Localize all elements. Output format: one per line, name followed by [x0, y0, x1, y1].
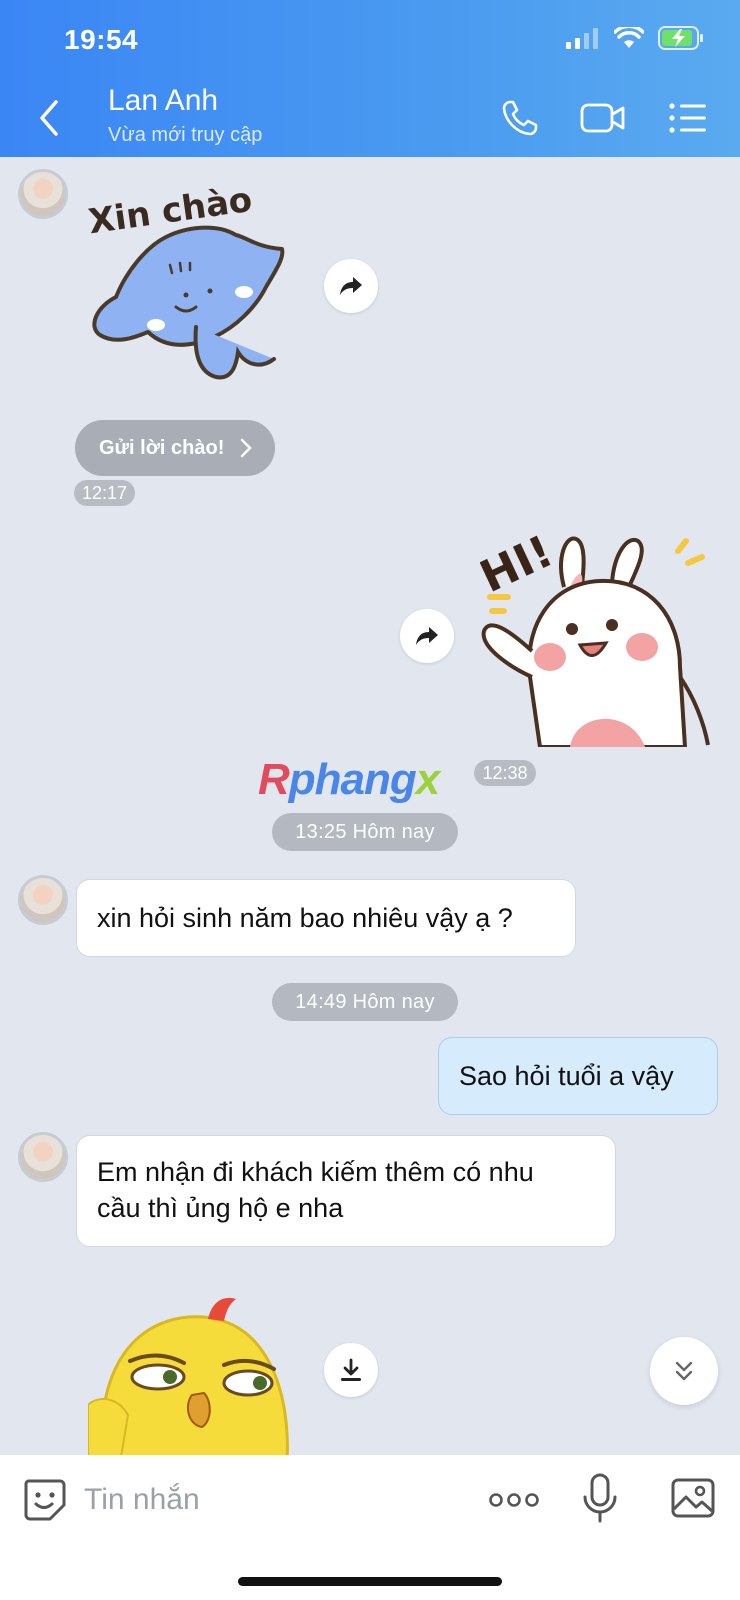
chat-header: 19:54 Lan Anh Vừa mới truy cập — [0, 0, 740, 157]
avatar[interactable] — [18, 875, 68, 925]
chat-menu-button[interactable] — [664, 96, 712, 140]
microphone-icon — [583, 1473, 617, 1523]
message-text: Sao hỏi tuổi a vậy — [459, 1061, 674, 1091]
forward-button[interactable] — [324, 259, 378, 313]
message-text-line: cầu thì ủng hộ e nha — [97, 1193, 344, 1223]
message-input[interactable] — [84, 1477, 444, 1523]
phone-icon — [502, 100, 538, 136]
avatar[interactable] — [18, 1132, 68, 1182]
video-call-button[interactable] — [578, 96, 628, 140]
voice-message-button[interactable] — [580, 1473, 620, 1525]
incoming-message[interactable]: xin hỏi sinh năm bao nhiêu vậy ạ ? — [76, 879, 576, 957]
message-time: 12:17 — [74, 480, 136, 506]
watermark-part: phang — [288, 755, 417, 804]
forward-button[interactable] — [400, 609, 454, 663]
message-text-line: Em nhận đi khách kiếm thêm có nhu — [97, 1157, 534, 1187]
send-greeting-button[interactable]: Gửi lời chào! — [75, 420, 275, 476]
message-text: xin hỏi sinh năm bao nhiêu vậy ạ ? — [97, 903, 513, 933]
download-button[interactable] — [324, 1343, 378, 1397]
status-time: 19:54 — [64, 24, 139, 55]
status-icons — [566, 26, 704, 50]
back-button[interactable] — [30, 96, 70, 140]
voice-call-button[interactable] — [496, 96, 544, 140]
more-dots-icon — [489, 1493, 539, 1507]
download-icon — [341, 1358, 361, 1381]
chevron-right-icon — [241, 438, 253, 458]
outgoing-message[interactable]: Sao hỏi tuổi a vậy — [438, 1037, 718, 1115]
signal-icon — [566, 28, 598, 49]
battery-charging-icon — [658, 26, 703, 50]
watermark-part: R — [258, 755, 290, 804]
more-options-button[interactable] — [488, 1485, 540, 1515]
scroll-to-bottom-button[interactable] — [650, 1337, 718, 1405]
sticker-message[interactable] — [88, 1285, 298, 1455]
contact-name[interactable]: Lan Anh — [108, 84, 218, 118]
incoming-message[interactable]: Em nhận đi khách kiếm thêm có nhu cầu th… — [76, 1135, 616, 1247]
menu-list-icon — [669, 103, 706, 133]
image-picker-button[interactable] — [670, 1475, 716, 1521]
double-chevron-down-icon — [675, 1361, 693, 1381]
message-input-bar — [0, 1455, 740, 1600]
contact-status: Vừa mới truy cập — [108, 124, 263, 146]
image-icon — [671, 1478, 715, 1518]
share-forward-icon — [416, 627, 438, 645]
back-icon — [40, 100, 58, 136]
avatar[interactable] — [18, 169, 68, 219]
date-separator: 13:25 Hôm nay — [272, 813, 458, 851]
video-call-icon — [580, 103, 625, 133]
date-separator: 14:49 Hôm nay — [272, 983, 458, 1021]
message-time: 12:38 — [474, 760, 536, 786]
sticker-message[interactable]: Xin chào — [86, 180, 296, 392]
watermark-part: x — [415, 755, 441, 804]
chat-area[interactable]: Xin chào Gửi lời chào! 12:17 HI! Rphangx… — [0, 157, 740, 1455]
sticker-button[interactable] — [22, 1477, 66, 1521]
wifi-icon — [614, 27, 644, 48]
chick-sticker-icon — [88, 1297, 289, 1455]
send-greeting-label: Gửi lời chào! — [99, 436, 225, 459]
watermark: Rphangx — [258, 755, 441, 805]
home-indicator — [238, 1577, 502, 1586]
sticker-message[interactable]: HI! — [480, 527, 720, 747]
sticker-emoji-icon — [24, 1479, 66, 1521]
share-forward-icon — [340, 277, 362, 295]
